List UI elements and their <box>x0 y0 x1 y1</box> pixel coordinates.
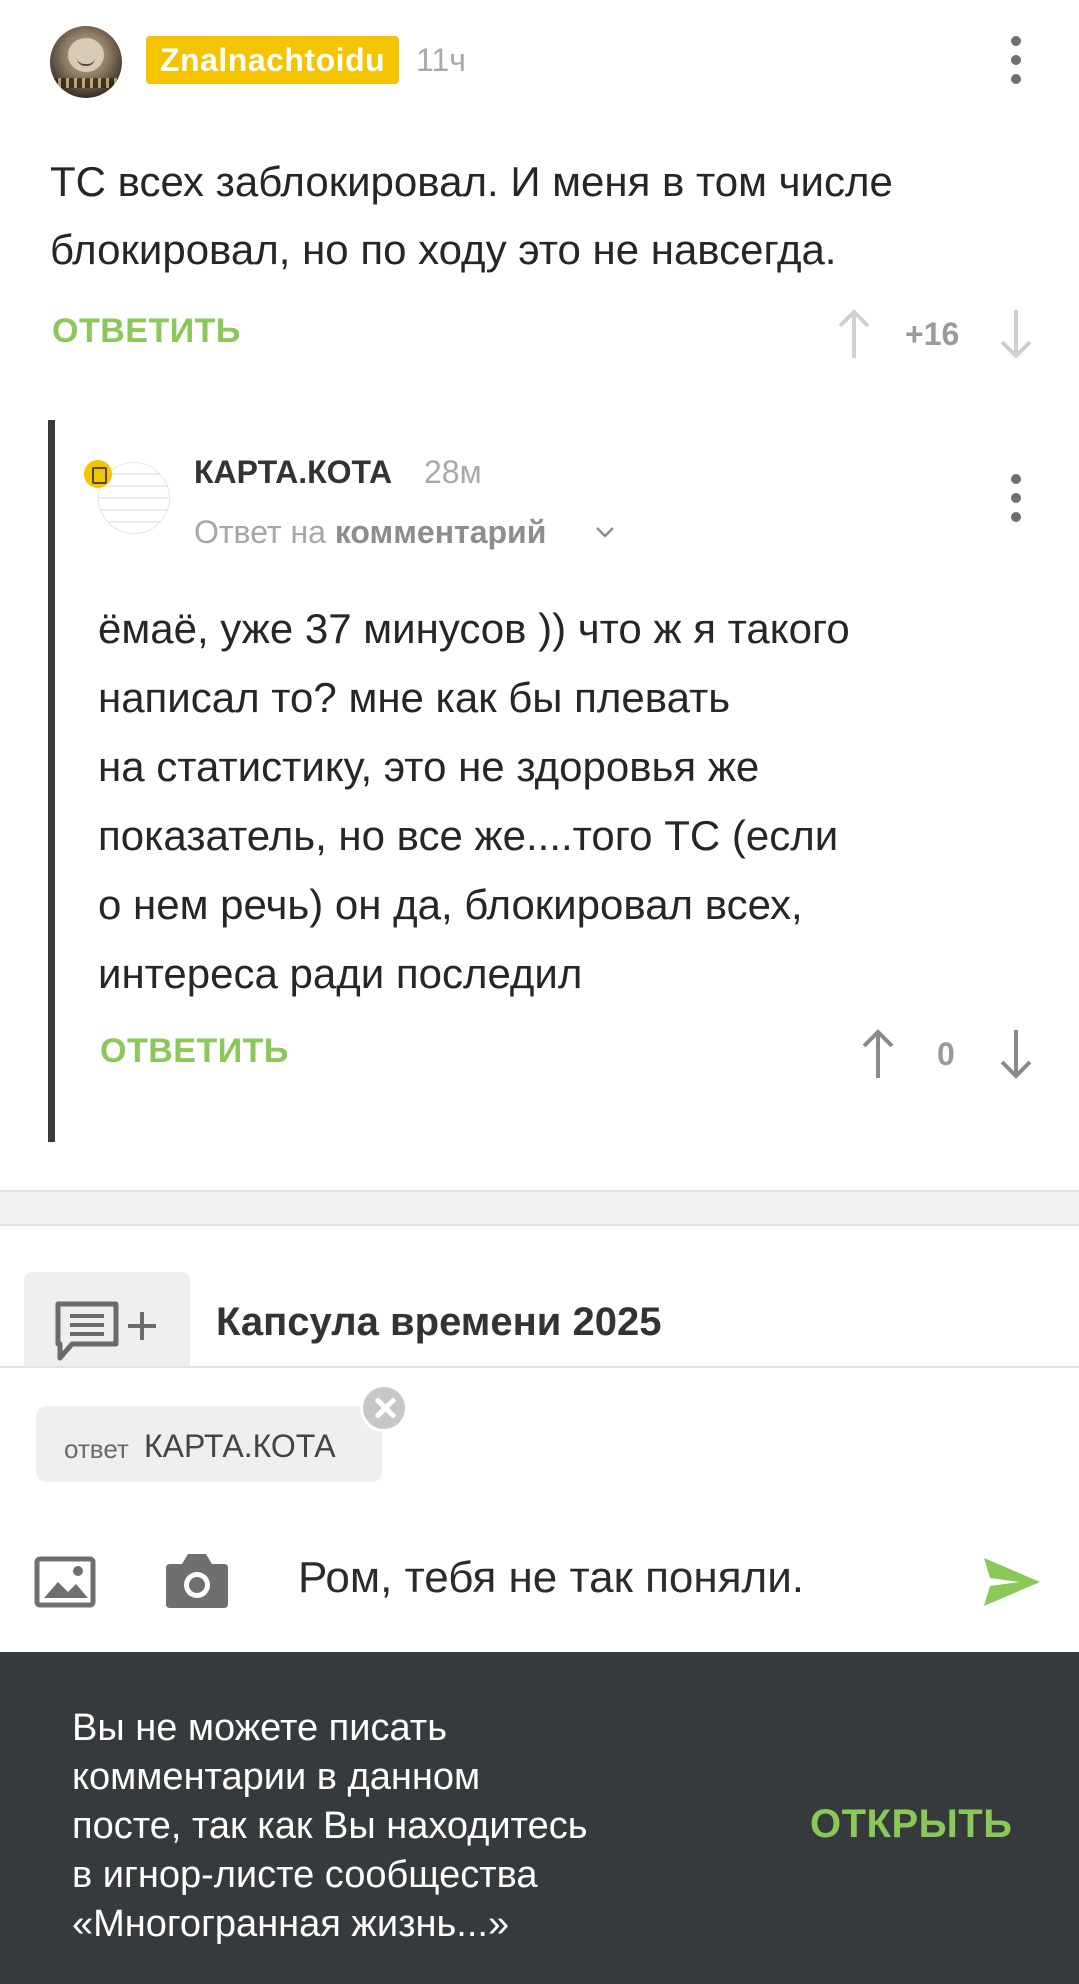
comment-line: написал то? мне как бы плевать <box>98 674 731 721</box>
vote-score: 0 <box>937 1036 955 1072</box>
upvote-arrow-icon[interactable] <box>858 1026 898 1082</box>
comment-line: интереса ради последил <box>98 950 583 997</box>
reply-chip-name: КАРТА.КОТА <box>144 1428 336 1464</box>
notice-line: в игнор-листе сообщества <box>72 1854 538 1896</box>
reply-to-target[interactable]: комментарий <box>335 514 547 550</box>
comment-input[interactable]: Ром, тебя не так поняли. <box>298 1553 804 1603</box>
comment-body: ТС всех заблокировал. И меня в том числе… <box>50 148 1050 284</box>
comment-body: ёмаё, уже 37 минусов )) что ж я такого н… <box>98 594 1058 1008</box>
comment-time: 28м <box>424 454 482 490</box>
reply-to-prefix: Ответ на <box>194 514 326 550</box>
comment-author[interactable]: КАРТА.КОТА <box>194 454 392 491</box>
downvote-arrow-icon[interactable] <box>996 1026 1036 1082</box>
comment-line: на статистику, это не здоровья же <box>98 743 760 790</box>
reply-target-chip: ответ КАРТА.КОТА <box>36 1406 382 1482</box>
notice-line: посте, так как Вы находитесь <box>72 1805 588 1847</box>
comment-add-icon <box>55 1301 156 1361</box>
send-icon[interactable] <box>982 1556 1042 1608</box>
close-icon[interactable] <box>360 1384 408 1432</box>
image-icon[interactable] <box>34 1556 96 1608</box>
comment-line: показатель, но все же....того ТС (если <box>98 812 839 859</box>
comment-time: 11ч <box>416 42 466 78</box>
post-title: Капсула времени 2025 <box>216 1300 662 1344</box>
reply-button[interactable]: ОТВЕТИТЬ <box>52 312 241 351</box>
notice-line: Вы не можете писать <box>72 1707 447 1749</box>
divider <box>0 1366 1079 1368</box>
vote-score: +16 <box>905 316 960 352</box>
avatar[interactable] <box>50 26 122 98</box>
comment-line: ёмаё, уже 37 минусов )) что ж я такого <box>98 605 850 652</box>
more-options-icon[interactable] <box>996 30 1036 90</box>
reply-chip-prefix: ответ <box>64 1434 129 1464</box>
comment-line: блокировал, но по ходу это не навсегда. <box>50 226 837 273</box>
camera-icon[interactable] <box>164 1550 230 1610</box>
chevron-down-icon[interactable] <box>592 520 618 544</box>
comment-line: ТС всех заблокировал. И меня в том числе <box>50 158 893 205</box>
document-badge-icon <box>84 460 112 488</box>
notice-line: комментарии в данном <box>72 1756 481 1798</box>
thread-line[interactable] <box>48 420 55 1142</box>
notice-line: «Многогранная жизнь...» <box>72 1903 510 1945</box>
more-options-icon[interactable] <box>996 468 1036 528</box>
add-comment-tab[interactable] <box>24 1272 190 1368</box>
blocked-notice-text: Вы не можете писать комментарии в данном… <box>72 1704 692 1949</box>
section-divider <box>0 1190 1079 1226</box>
reply-button[interactable]: ОТВЕТИТЬ <box>100 1032 289 1071</box>
reply-to-link[interactable]: Ответ на комментарий <box>194 514 546 551</box>
open-button[interactable]: ОТКРЫТЬ <box>810 1802 1012 1847</box>
comment-author[interactable]: Znalnachtoidu <box>146 36 400 84</box>
upvote-arrow-icon[interactable] <box>834 306 874 362</box>
comment-line: о нем речь) он да, блокировал всех, <box>98 881 803 928</box>
downvote-arrow-icon[interactable] <box>996 306 1036 362</box>
